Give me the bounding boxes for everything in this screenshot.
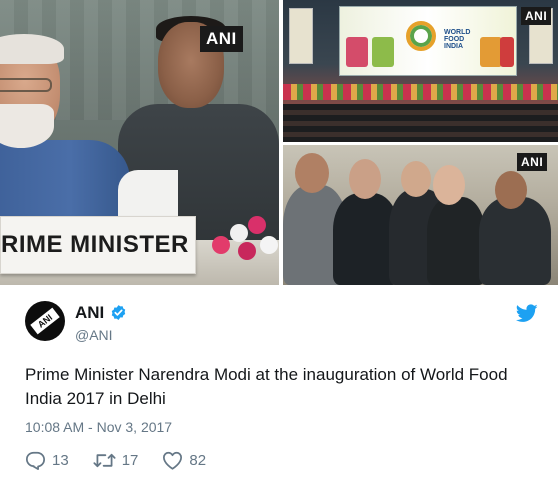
verified-badge-icon (111, 305, 126, 320)
avatar-logo: ANI (30, 307, 60, 335)
flower (248, 216, 266, 234)
screen-graphic (372, 37, 394, 67)
photo-figure (349, 159, 381, 199)
twitter-bird-icon[interactable] (516, 304, 538, 323)
nameplate: RIME MINISTER (0, 216, 196, 274)
reply-button[interactable]: 13 (25, 451, 69, 470)
tweet-text: Prime Minister Narendra Modi at the inau… (25, 365, 508, 408)
screen-title: WORLD FOOD INDIA (444, 29, 470, 50)
like-button[interactable]: 82 (162, 451, 206, 470)
tweet-actions: 13 17 82 (25, 450, 230, 470)
screen-title-line: WORLD (444, 29, 471, 36)
heart-icon (163, 451, 183, 470)
watermark-ani: ANI (200, 26, 243, 52)
photo-prime-minister[interactable]: RIME MINISTER ANI (0, 0, 279, 285)
flower (238, 242, 256, 260)
author-handle[interactable]: @ANI (75, 327, 113, 343)
reply-count: 13 (52, 451, 69, 469)
photo-figure (0, 34, 64, 64)
like-count: 82 (189, 451, 207, 469)
tweet-timestamp[interactable]: 10:08 AM - Nov 3, 2017 (25, 419, 172, 435)
photo-figure (295, 153, 329, 193)
retweet-icon (93, 453, 116, 467)
stage-screen: WORLD FOOD INDIA (339, 6, 517, 76)
photo-figure (495, 171, 527, 209)
photo-audience[interactable]: ANI (283, 145, 558, 285)
avatar[interactable]: ANI (25, 301, 65, 341)
photo-figure (427, 197, 485, 285)
flower-arrangement (208, 212, 279, 272)
tweet-card: RIME MINISTER ANI WORLD FOOD INDIA ANI A… (0, 0, 558, 483)
photo-figure (433, 165, 465, 205)
author-name[interactable]: ANI (75, 303, 104, 323)
photo-figure (0, 78, 52, 92)
flower (230, 224, 248, 242)
tweet-media-grid[interactable]: RIME MINISTER ANI WORLD FOOD INDIA ANI A… (0, 0, 558, 285)
screen-title-line: FOOD (444, 36, 465, 43)
photo-conference-hall[interactable]: WORLD FOOD INDIA ANI (283, 0, 558, 142)
reply-icon (26, 451, 46, 470)
screen-graphic (480, 37, 502, 67)
nameplate-text: RIME MINISTER (1, 231, 189, 258)
photo-figure (479, 197, 551, 285)
stage-banner (289, 8, 313, 64)
retweet-button[interactable]: 17 (93, 451, 139, 469)
screen-logo (406, 21, 436, 51)
stage-flowers (283, 84, 558, 100)
watermark-ani: ANI (521, 7, 552, 25)
screen-graphic (346, 37, 368, 67)
photo-figure (401, 161, 431, 197)
audience-rows (283, 104, 558, 142)
flower (212, 236, 230, 254)
retweet-count: 17 (121, 451, 139, 469)
watermark-ani: ANI (517, 153, 548, 171)
screen-graphic (500, 37, 514, 67)
flower (260, 236, 278, 254)
screen-title-line: INDIA (444, 43, 464, 50)
